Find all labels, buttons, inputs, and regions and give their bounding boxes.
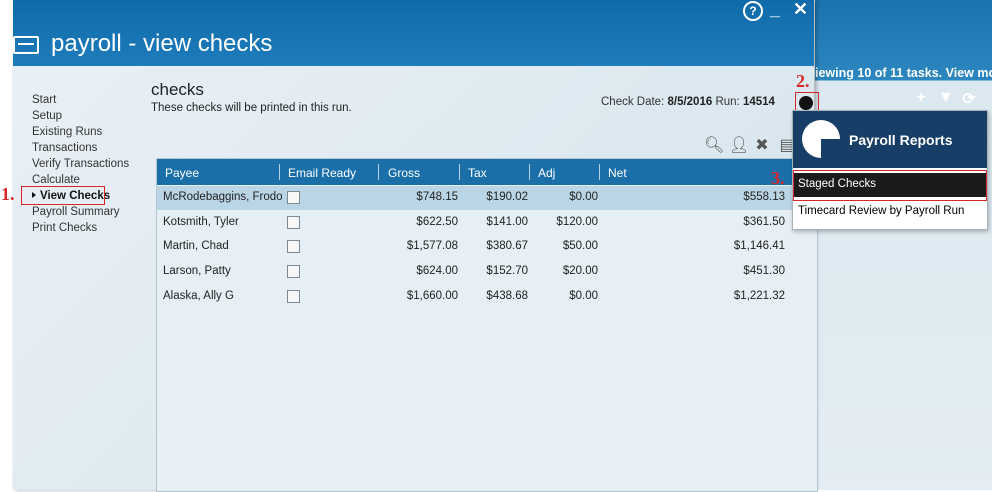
popup-header: Payroll Reports [793,111,987,168]
payee-cell: Martin, Chad [163,240,229,252]
net-cell: $558.13 [743,191,785,203]
tasks-status-text[interactable]: iewing 10 of 11 tasks. View more. [815,66,992,80]
tax-cell: $141.00 [486,216,528,228]
search-icon[interactable]: 🔍︎ [704,135,724,155]
column-divider[interactable] [529,164,530,180]
step-marker-1: 1. [1,184,15,204]
table-row[interactable]: McRodebaggins, Frodo $748.15 $190.02 $0.… [157,186,817,210]
column-divider[interactable] [378,164,379,180]
column-header-adj[interactable]: Adj [538,166,555,180]
net-cell: $1,221.32 [733,290,785,302]
staged-checks-highlight [793,170,987,201]
column-header-net[interactable]: Net [608,166,627,180]
table-row[interactable]: Kotsmith, Tyler $622.50 $141.00 $120.00 … [157,211,817,235]
run-label: Run: [715,96,740,108]
column-header-payee[interactable]: Payee [165,166,199,180]
check-icon [13,36,39,54]
background-toolbar: + ▼ ⟳ [914,89,976,109]
reports-icon [799,96,813,110]
wizard-nav: Start Setup Existing Runs Transactions V… [32,92,129,236]
gross-cell: $622.50 [416,216,458,228]
help-button[interactable]: ? [743,1,763,21]
email-ready-checkbox[interactable] [287,240,300,253]
tax-cell: $152.70 [486,265,528,277]
window-title: payroll - view checks [51,30,273,57]
delete-icon[interactable]: ✖ [754,135,770,155]
gross-cell: $748.15 [416,191,458,203]
title-bar: payroll - view checks ? _ ✕ [13,0,814,66]
user-icon[interactable]: 👤︎ [729,135,749,155]
check-date-value: 8/5/2016 [667,96,713,108]
step-marker-2: 2. [796,71,810,91]
net-cell: $451.30 [743,265,785,277]
tax-cell: $438.68 [486,290,528,302]
email-ready-checkbox[interactable] [287,290,300,303]
payee-cell: Larson, Patty [163,265,231,277]
email-ready-checkbox[interactable] [287,216,300,229]
tax-cell: $380.67 [486,240,528,252]
check-date-info: Check Date: 8/5/2016 Run: 14514 [601,96,775,108]
run-value: 14514 [742,96,775,108]
nav-item-print-checks[interactable]: Print Checks [32,220,129,236]
nav-item-setup[interactable]: Setup [32,108,129,124]
adj-cell: $50.00 [562,240,598,252]
column-header-gross[interactable]: Gross [388,166,420,180]
net-cell: $361.50 [743,216,785,228]
minimize-button[interactable]: _ [770,0,780,20]
refresh-icon[interactable]: ⟳ [962,89,976,109]
close-button[interactable]: ✕ [793,0,808,20]
nav-item-verify-transactions[interactable]: Verify Transactions [32,156,129,172]
view-checks-highlight [21,186,105,205]
table-row[interactable]: Larson, Patty $624.00 $152.70 $20.00 $45… [157,260,817,284]
filter-icon[interactable]: ▼ [938,89,954,109]
tax-cell: $190.02 [486,191,528,203]
adj-cell: $120.00 [556,216,598,228]
table-row[interactable]: Martin, Chad $1,577.08 $380.67 $50.00 $1… [157,235,817,259]
column-divider[interactable] [599,164,600,180]
nav-item-existing-runs[interactable]: Existing Runs [32,124,129,140]
adj-cell: $0.00 [569,290,598,302]
checks-grid: Payee Email Ready Gross Tax Adj Net McRo… [156,158,818,492]
email-ready-checkbox[interactable] [287,191,300,204]
menu-item-timecard-review[interactable]: Timecard Review by Payroll Run [793,200,987,224]
adj-cell: $0.00 [569,191,598,203]
gross-cell: $624.00 [416,265,458,277]
nav-item-start[interactable]: Start [32,92,129,108]
nav-item-transactions[interactable]: Transactions [32,140,129,156]
page-subheading: These checks will be printed in this run… [151,102,352,114]
check-date-label: Check Date: [601,96,665,108]
payee-cell: Alaska, Ally G [163,290,234,302]
gross-cell: $1,660.00 [406,290,458,302]
column-divider[interactable] [279,164,280,180]
grid-header: Payee Email Ready Gross Tax Adj Net [157,159,817,185]
plus-icon[interactable]: + [914,89,928,109]
column-header-email-ready[interactable]: Email Ready [288,166,356,180]
page-heading: checks [151,80,204,99]
reports-logo-icon [802,120,840,158]
popup-title: Payroll Reports [849,132,953,148]
step-marker-3: 3. [771,168,785,188]
payee-cell: Kotsmith, Tyler [163,216,239,228]
menu-item-label: Timecard Review by Payroll Run [798,205,965,217]
email-ready-checkbox[interactable] [287,265,300,278]
nav-item-payroll-summary[interactable]: Payroll Summary [32,204,129,220]
adj-cell: $20.00 [562,265,598,277]
grid-toolbar: 🔍︎ 👤︎ ✖ ▤ [704,135,795,155]
column-header-tax[interactable]: Tax [468,166,487,180]
table-row[interactable]: Alaska, Ally G $1,660.00 $438.68 $0.00 $… [157,285,817,309]
column-divider[interactable] [459,164,460,180]
payee-cell: McRodebaggins, Frodo [163,191,283,203]
net-cell: $1,146.41 [733,240,785,252]
gross-cell: $1,577.08 [406,240,458,252]
